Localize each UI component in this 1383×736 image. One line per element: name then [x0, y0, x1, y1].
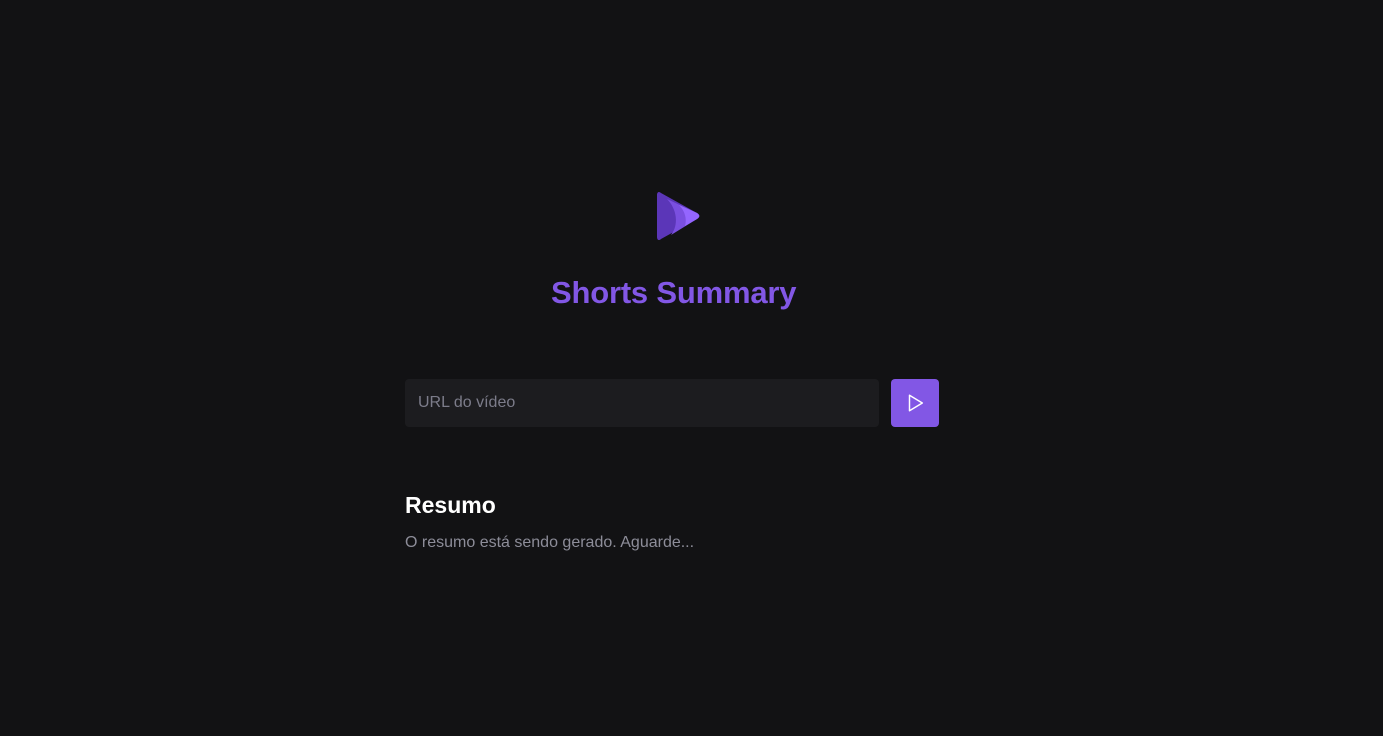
- play-logo-icon: [657, 191, 700, 241]
- summary-section: Resumo O resumo está sendo gerado. Aguar…: [405, 490, 939, 553]
- summary-status-text: O resumo está sendo gerado. Aguarde...: [405, 534, 695, 551]
- video-url-input[interactable]: [405, 379, 879, 427]
- video-url-form: [405, 379, 939, 427]
- summary-heading: Resumo: [405, 492, 496, 518]
- app-title: Shorts Summary: [551, 274, 797, 310]
- submit-button[interactable]: [891, 379, 939, 427]
- app-page: Shorts Summary Resumo O resumo está send…: [0, 0, 1383, 736]
- play-outline-icon: [908, 394, 924, 412]
